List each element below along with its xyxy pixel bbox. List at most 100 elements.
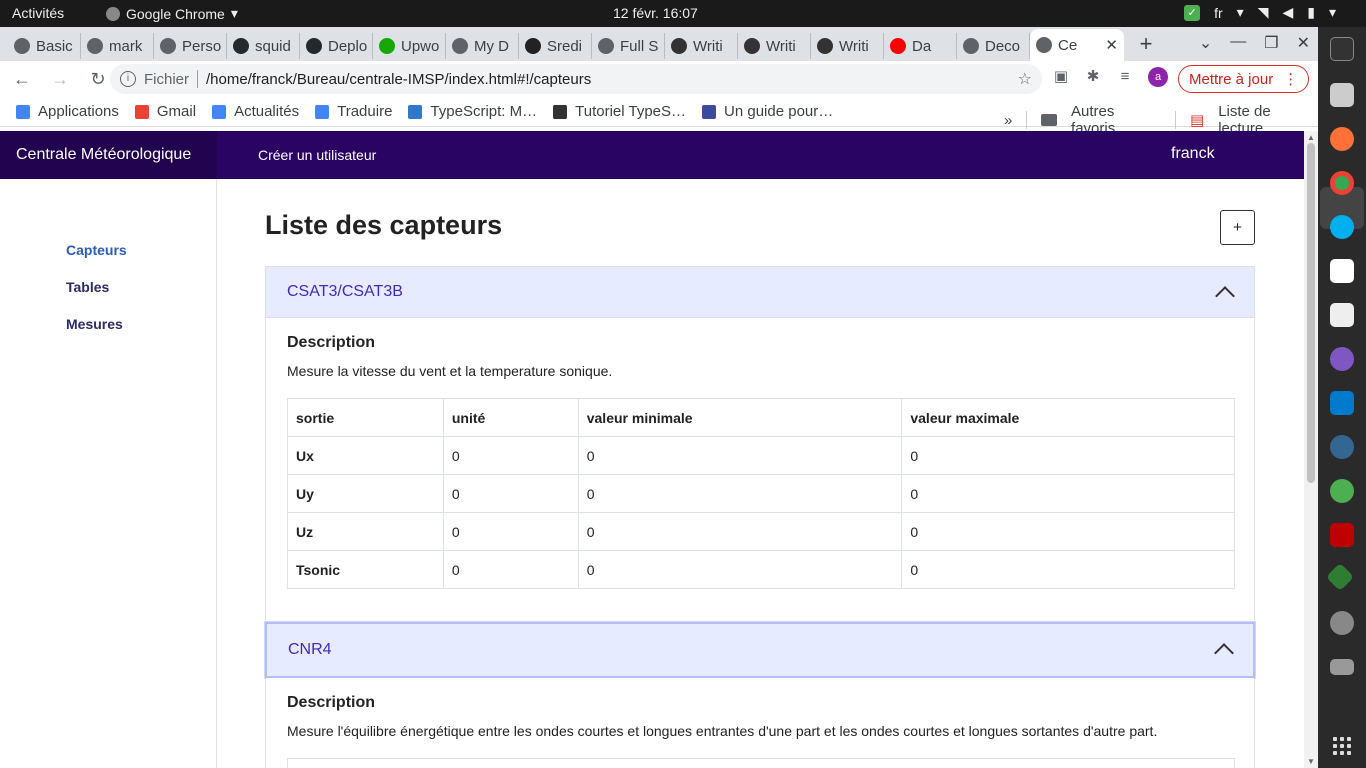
brand-link[interactable]: Centrale Météorologique bbox=[0, 131, 217, 179]
update-button[interactable]: Mettre à jour ⋮ bbox=[1178, 65, 1310, 93]
avatar[interactable]: a bbox=[1148, 67, 1168, 87]
bookmark-label: Gmail bbox=[156, 103, 197, 120]
table-header-row: sortie unité valeur minimale valeur maxi… bbox=[287, 398, 1235, 437]
system-tray[interactable]: ✓ fr ▾ ◥ ◀ ▮ ▾ bbox=[1184, 4, 1336, 21]
sensor-name: CSAT3/CSAT3B bbox=[287, 283, 403, 300]
activities-button[interactable]: Activités bbox=[12, 5, 64, 21]
sidebar-item-tables[interactable]: Tables bbox=[66, 279, 109, 295]
browser-toolbar: ← → ↻ i Fichier /home/franck/Bureau/cent… bbox=[0, 61, 1318, 97]
nav-create-user[interactable]: Créer un utilisateur bbox=[258, 147, 376, 163]
close-icon[interactable]: ✕ bbox=[1105, 36, 1118, 54]
tab-favicon-icon bbox=[452, 38, 468, 54]
bookmark-item[interactable]: Actualités bbox=[212, 103, 299, 120]
terminal-icon[interactable] bbox=[1330, 37, 1354, 61]
gitkraken-icon[interactable] bbox=[1325, 562, 1355, 592]
bookmark-item[interactable]: Un guide pour… bbox=[702, 103, 833, 120]
address-url[interactable]: /home/franck/Bureau/centrale-IMSP/index.… bbox=[206, 71, 591, 88]
tab-favicon-icon bbox=[817, 38, 833, 54]
back-icon[interactable]: ← bbox=[6, 69, 38, 90]
vscode-icon[interactable] bbox=[1330, 391, 1354, 415]
emacs-icon[interactable] bbox=[1330, 347, 1354, 371]
browser-tab[interactable]: Perso bbox=[154, 33, 227, 59]
bookmark-item[interactable]: Applications bbox=[16, 103, 119, 120]
sidebar-item-capteurs[interactable]: Capteurs bbox=[66, 242, 127, 258]
tab-strip: Basic mark Perso squid Deplo Upwo My D Sredi Ful… bbox=[0, 27, 1318, 61]
bookmark-item[interactable]: Gmail bbox=[134, 103, 197, 120]
drive-icon[interactable] bbox=[1330, 659, 1354, 675]
wifi-icon[interactable]: ◥ bbox=[1258, 4, 1269, 21]
minimize-icon[interactable]: — bbox=[1230, 33, 1246, 53]
cell: Uy bbox=[287, 474, 444, 513]
more-vert-icon[interactable]: ⋮ bbox=[1283, 70, 1298, 88]
sensor-name: CNR4 bbox=[288, 641, 332, 658]
close-icon[interactable]: ✕ bbox=[1297, 33, 1310, 53]
firefox-icon[interactable] bbox=[1330, 127, 1354, 151]
toolbar-actions: ▣ ✱ ≡ a bbox=[1052, 67, 1168, 87]
files-icon[interactable] bbox=[1330, 83, 1354, 107]
shield-icon[interactable]: ✓ bbox=[1184, 4, 1201, 21]
scroll-down-icon[interactable]: ▼ bbox=[1307, 757, 1315, 766]
chrome-icon[interactable] bbox=[1330, 171, 1354, 195]
postgresql-icon[interactable] bbox=[1330, 435, 1354, 459]
settings-icon[interactable] bbox=[1330, 611, 1354, 635]
accordion-header-cnr4[interactable]: CNR4 bbox=[265, 622, 1255, 678]
tab-favicon-icon bbox=[890, 38, 906, 54]
cell: 0 bbox=[442, 436, 579, 475]
info-icon[interactable]: i bbox=[120, 71, 136, 87]
browser-tab[interactable]: squid bbox=[227, 33, 300, 59]
forward-icon[interactable]: → bbox=[44, 69, 76, 90]
cell: 0 bbox=[577, 512, 903, 551]
app-grid-icon[interactable] bbox=[1333, 737, 1351, 755]
description-text: Mesure la vitesse du vent et la temperat… bbox=[287, 363, 613, 379]
cell: Ux bbox=[287, 436, 444, 475]
chevron-up-icon bbox=[1214, 643, 1234, 663]
app-menu[interactable]: Google Chrome ▾ bbox=[106, 5, 238, 22]
mongodb-icon[interactable] bbox=[1330, 479, 1354, 503]
nav-user[interactable]: franck bbox=[1171, 145, 1215, 163]
tab-favicon-icon bbox=[598, 38, 614, 54]
browser-tab[interactable]: Full S bbox=[592, 33, 665, 59]
bookmark-item[interactable]: TypeScript: M… bbox=[408, 103, 537, 120]
browser-tab[interactable]: Basic bbox=[8, 33, 81, 59]
browser-tab[interactable]: Writi bbox=[665, 33, 738, 59]
volume-icon[interactable]: ◀ bbox=[1282, 4, 1293, 21]
chevron-down-icon[interactable]: ⌄ bbox=[1199, 33, 1212, 53]
tab-label: mark bbox=[109, 37, 143, 55]
language-indicator[interactable]: fr bbox=[1214, 5, 1223, 21]
page-scrollbar[interactable]: ▲ ▼ bbox=[1304, 131, 1318, 768]
browser-tab[interactable]: Da bbox=[884, 33, 957, 59]
browser-tab[interactable]: My D bbox=[446, 33, 519, 59]
browser-tab[interactable]: Writi bbox=[738, 33, 811, 59]
accordion-header-csat3[interactable]: CSAT3/CSAT3B bbox=[265, 266, 1255, 318]
bookmarks-more[interactable]: » bbox=[1004, 112, 1012, 129]
add-sensor-button[interactable]: + bbox=[1220, 210, 1255, 245]
browser-tab[interactable]: Upwo bbox=[373, 33, 446, 59]
star-icon[interactable]: ☆ bbox=[1018, 69, 1032, 89]
media-controls-icon[interactable]: ≡ bbox=[1116, 68, 1134, 86]
restore-icon[interactable]: ❐ bbox=[1264, 33, 1278, 53]
document-icon[interactable] bbox=[1330, 303, 1354, 327]
browser-tab[interactable]: Deco bbox=[957, 33, 1030, 59]
browser-tab[interactable]: Writi bbox=[811, 33, 884, 59]
bookmark-item[interactable]: Traduire bbox=[315, 103, 392, 120]
new-tab-button[interactable]: + bbox=[1132, 31, 1160, 59]
scrollbar-thumb[interactable] bbox=[1307, 143, 1315, 483]
skype-icon[interactable] bbox=[1330, 215, 1354, 239]
scroll-up-icon[interactable]: ▲ bbox=[1307, 133, 1315, 142]
address-bar[interactable]: i Fichier /home/franck/Bureau/centrale-I… bbox=[110, 64, 1042, 94]
bookmark-item[interactable]: Tutoriel TypeS… bbox=[553, 103, 686, 120]
reading-list-icon: ▤ bbox=[1190, 112, 1205, 129]
extension-icon[interactable]: ▣ bbox=[1052, 68, 1070, 86]
browser-tab[interactable]: Deplo bbox=[300, 33, 373, 59]
filezilla-icon[interactable] bbox=[1330, 523, 1354, 547]
battery-icon[interactable]: ▮ bbox=[1307, 4, 1315, 21]
clock[interactable]: 12 févr. 16:07 bbox=[613, 5, 698, 21]
column-header: sortie bbox=[287, 398, 444, 437]
puzzle-icon[interactable]: ✱ bbox=[1084, 68, 1102, 86]
browser-tab[interactable]: mark bbox=[81, 33, 154, 59]
text-editor-icon[interactable] bbox=[1330, 259, 1354, 283]
tab-label: Sredi bbox=[547, 37, 583, 55]
tab-active[interactable]: Ce ✕ bbox=[1030, 29, 1124, 61]
sidebar-item-mesures[interactable]: Mesures bbox=[66, 316, 123, 332]
browser-tab[interactable]: Sredi bbox=[519, 33, 592, 59]
